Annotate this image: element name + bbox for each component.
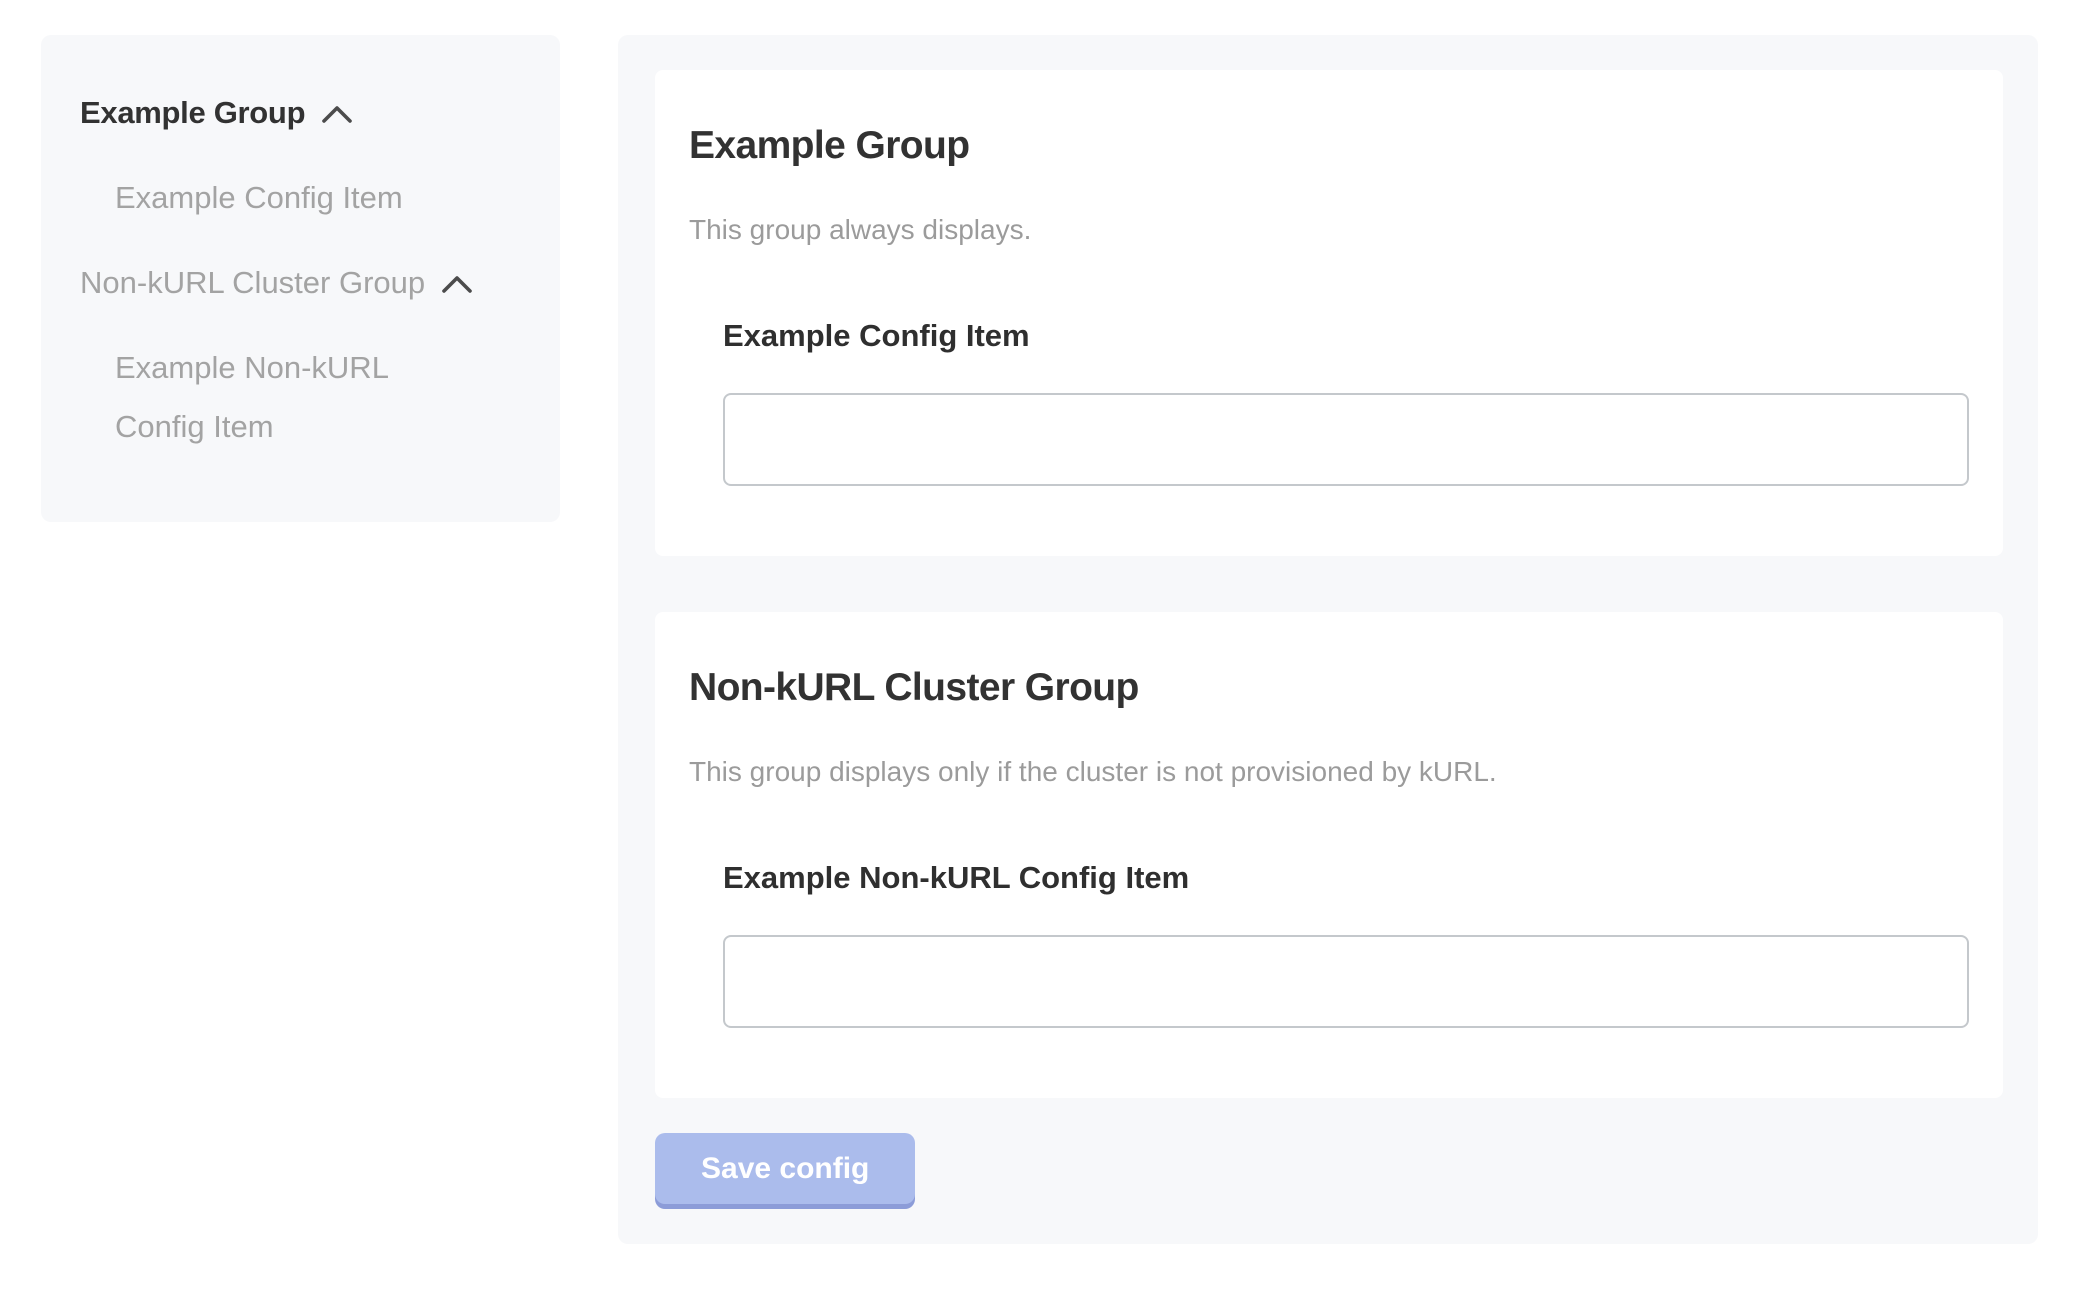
sidebar-item-example-non-kurl-config-item[interactable]: Example Non-kURL Config Item (80, 338, 450, 456)
sidebar-group-non-kurl-cluster-group: Non-kURL Cluster Group Example Non-kURL … (80, 253, 520, 456)
sidebar-group-label: Non-kURL Cluster Group (80, 253, 425, 312)
chevron-up-icon (441, 275, 473, 294)
config-item-label: Example Config Item (723, 318, 1969, 354)
config-item-input-example-non-kurl-config-item[interactable] (723, 935, 1969, 1028)
sidebar-item-example-config-item[interactable]: Example Config Item (80, 168, 520, 227)
sidebar-group-example-group: Example Group Example Config Item (80, 83, 520, 227)
config-item-label: Example Non-kURL Config Item (723, 860, 1969, 896)
group-description: This group always displays. (689, 212, 1969, 248)
group-title: Non-kURL Cluster Group (689, 665, 1969, 712)
sidebar-group-label: Example Group (80, 83, 305, 142)
config-item: Example Config Item (723, 318, 1969, 486)
save-row: Save config (655, 1133, 2003, 1204)
config-item-input-example-config-item[interactable] (723, 393, 1969, 486)
group-title: Example Group (689, 123, 1969, 170)
config-page: Example Group Example Config Item Non-kU… (0, 0, 2084, 1244)
save-config-button[interactable]: Save config (655, 1133, 915, 1204)
config-nav-sidebar: Example Group Example Config Item Non-kU… (41, 35, 560, 522)
config-item: Example Non-kURL Config Item (723, 860, 1969, 1028)
config-group-card-example-group: Example Group This group always displays… (655, 70, 2003, 556)
chevron-up-icon (321, 105, 353, 124)
config-main-panel: Example Group This group always displays… (618, 35, 2038, 1244)
group-description: This group displays only if the cluster … (689, 754, 1969, 790)
sidebar-group-toggle-non-kurl-cluster-group[interactable]: Non-kURL Cluster Group (80, 253, 520, 312)
sidebar-group-toggle-example-group[interactable]: Example Group (80, 83, 520, 142)
config-group-card-non-kurl-cluster-group: Non-kURL Cluster Group This group displa… (655, 612, 2003, 1098)
